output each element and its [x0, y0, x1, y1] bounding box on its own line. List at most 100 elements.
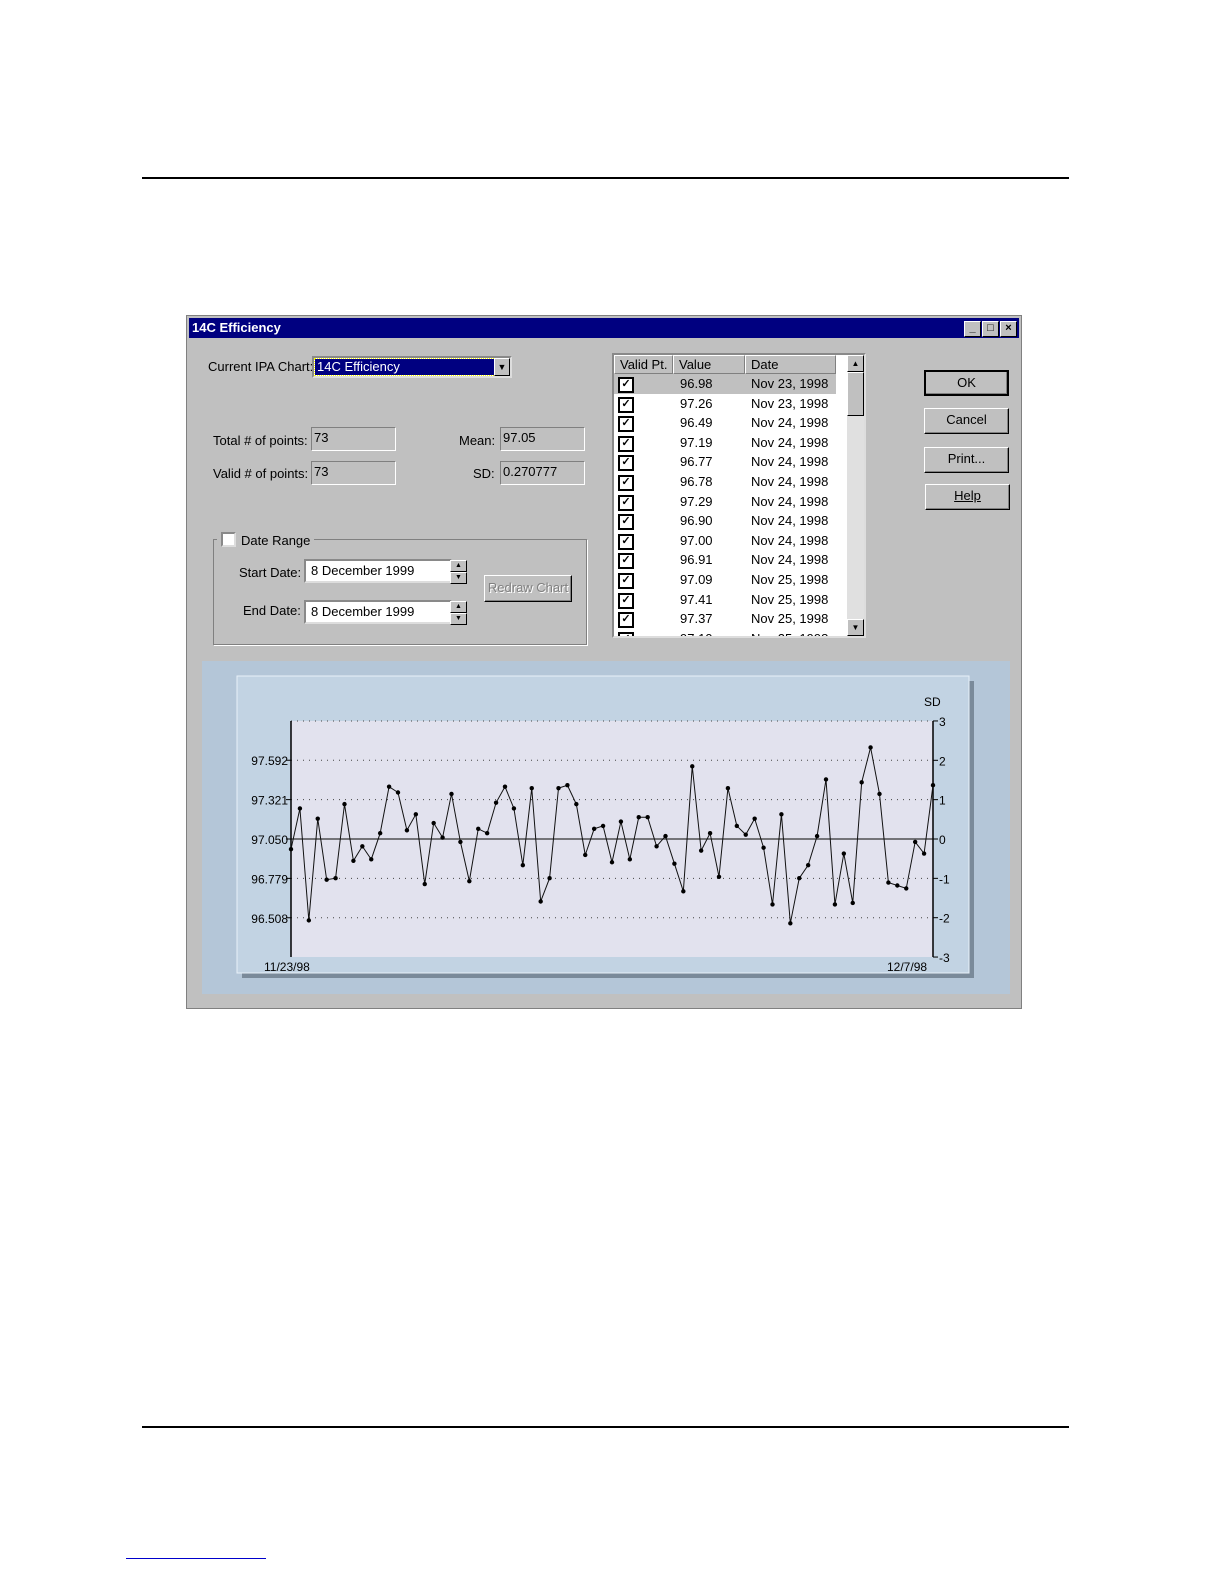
column-header-date[interactable]: Date — [745, 355, 836, 374]
data-point — [458, 839, 463, 845]
row-date: Nov 24, 1998 — [751, 552, 829, 568]
data-point — [306, 918, 312, 923]
valid-checkbox[interactable]: ✓ — [618, 631, 634, 636]
minimize-button[interactable]: _ — [964, 321, 981, 337]
row-date: Nov 25, 1998 — [751, 611, 829, 627]
data-point — [583, 852, 588, 858]
column-header-valid[interactable]: Valid Pt. — [614, 355, 673, 374]
row-value: 96.91 — [680, 552, 713, 568]
row-value: 96.90 — [680, 513, 713, 529]
list-row[interactable]: ✓ 96.98 Nov 23, 1998 — [614, 374, 836, 394]
start-date-input[interactable]: 8 December 1999 — [304, 559, 452, 583]
y-tick-label: 97.592 — [251, 754, 288, 768]
start-date-spinner[interactable]: ▲ ▼ — [450, 560, 467, 584]
valid-checkbox[interactable]: ✓ — [618, 612, 634, 629]
row-value: 97.09 — [680, 572, 713, 587]
data-point — [422, 881, 427, 887]
data-point — [930, 783, 936, 788]
sd-field: 0.270777 — [500, 461, 585, 485]
footer-link-underline — [126, 1558, 266, 1559]
data-point — [645, 815, 650, 820]
valid-checkbox[interactable]: ✓ — [618, 475, 634, 491]
list-row[interactable]: ✓ 96.90 Nov 24, 1998 — [614, 511, 836, 531]
spin-down-icon[interactable]: ▼ — [450, 572, 467, 584]
valid-checkbox[interactable]: ✓ — [618, 377, 634, 393]
data-point — [502, 784, 508, 789]
list-row[interactable]: ✓ 97.29 Nov 24, 1998 — [614, 492, 836, 512]
mean-field: 97.05 — [500, 427, 585, 451]
list-row[interactable]: ✓ 97.10 Nov 25, 1998 — [614, 629, 836, 636]
row-value: 97.37 — [680, 611, 713, 627]
data-point — [752, 816, 757, 821]
chevron-down-icon[interactable]: ▼ — [494, 358, 510, 376]
valid-label: Valid # of points: — [213, 466, 309, 481]
data-point — [779, 812, 784, 817]
valid-checkbox[interactable]: ✓ — [618, 494, 634, 511]
maximize-button[interactable]: □ — [982, 321, 999, 337]
valid-checkbox[interactable]: ✓ — [618, 573, 634, 589]
date-range-checkbox[interactable] — [221, 532, 236, 547]
chart-select[interactable]: 14C Efficiency ▼ — [312, 356, 512, 378]
row-date: Nov 23, 1998 — [751, 395, 829, 411]
spin-up-icon[interactable]: ▲ — [450, 560, 467, 572]
y2-tick-label: 0 — [939, 833, 946, 847]
list-scrollbar[interactable]: ▲ ▼ — [847, 355, 864, 636]
valid-checkbox[interactable]: ✓ — [618, 455, 634, 472]
valid-checkbox[interactable]: ✓ — [618, 553, 634, 570]
valid-checkbox[interactable]: ✓ — [618, 416, 634, 433]
list-row[interactable]: ✓ 96.77 Nov 24, 1998 — [614, 452, 836, 472]
ok-button[interactable]: OK — [924, 370, 1009, 396]
end-date-spinner[interactable]: ▲ ▼ — [450, 601, 467, 625]
list-row[interactable]: ✓ 97.37 Nov 25, 1998 — [614, 609, 836, 629]
scroll-up-icon[interactable]: ▲ — [847, 355, 864, 372]
window-title: 14C Efficiency — [192, 320, 281, 335]
row-value: 97.00 — [680, 532, 713, 548]
data-point — [788, 921, 793, 926]
list-row[interactable]: ✓ 96.91 Nov 24, 1998 — [614, 550, 836, 570]
list-row[interactable]: ✓ 97.19 Nov 24, 1998 — [614, 433, 836, 453]
chart-select-value: 14C Efficiency — [314, 358, 496, 376]
row-date: Nov 23, 1998 — [751, 376, 829, 391]
date-range-toggle[interactable]: Date Range — [217, 532, 315, 550]
valid-checkbox[interactable]: ✓ — [618, 514, 634, 531]
data-point — [297, 806, 303, 811]
y2-tick-label: 3 — [939, 715, 946, 729]
list-row[interactable]: ✓ 97.41 Nov 25, 1998 — [614, 590, 836, 610]
y2-tick-label: 2 — [939, 754, 946, 768]
valid-checkbox[interactable]: ✓ — [618, 396, 634, 413]
spin-down-icon[interactable]: ▼ — [450, 613, 467, 625]
data-point — [591, 826, 597, 832]
data-point — [315, 816, 320, 821]
scroll-thumb[interactable] — [847, 372, 864, 416]
valid-checkbox[interactable]: ✓ — [618, 592, 634, 609]
data-point — [734, 823, 740, 829]
list-row[interactable]: ✓ 97.09 Nov 25, 1998 — [614, 570, 836, 590]
data-point — [511, 806, 517, 811]
valid-checkbox[interactable]: ✓ — [618, 533, 634, 550]
valid-checkbox[interactable]: ✓ — [618, 435, 634, 452]
data-point — [886, 880, 891, 885]
help-button[interactable]: Help — [925, 484, 1010, 510]
list-row[interactable]: ✓ 96.78 Nov 24, 1998 — [614, 472, 836, 492]
close-button[interactable]: × — [1000, 321, 1017, 337]
end-date-input[interactable]: 8 December 1999 — [304, 600, 452, 624]
data-point — [698, 848, 704, 853]
data-point — [868, 745, 873, 750]
data-point — [636, 815, 641, 820]
sd-label: SD: — [473, 466, 495, 481]
print-button[interactable]: Print... — [924, 447, 1009, 473]
data-points-list[interactable]: Valid Pt. Value Date ✓ 96.98 Nov 23, 1998 ✓… — [612, 353, 866, 638]
data-point — [484, 830, 490, 836]
data-point — [288, 846, 294, 852]
list-row[interactable]: ✓ 97.00 Nov 24, 1998 — [614, 531, 836, 551]
data-point — [654, 844, 659, 849]
spin-up-icon[interactable]: ▲ — [450, 601, 467, 613]
header-rule — [142, 177, 1069, 179]
list-row[interactable]: ✓ 97.26 Nov 23, 1998 — [614, 394, 836, 414]
data-point — [814, 833, 820, 839]
list-row[interactable]: ✓ 96.49 Nov 24, 1998 — [614, 413, 836, 433]
redraw-chart-button[interactable]: Redraw Chart — [484, 575, 572, 602]
scroll-down-icon[interactable]: ▼ — [847, 619, 864, 636]
cancel-button[interactable]: Cancel — [924, 408, 1009, 434]
column-header-value[interactable]: Value — [673, 355, 745, 374]
